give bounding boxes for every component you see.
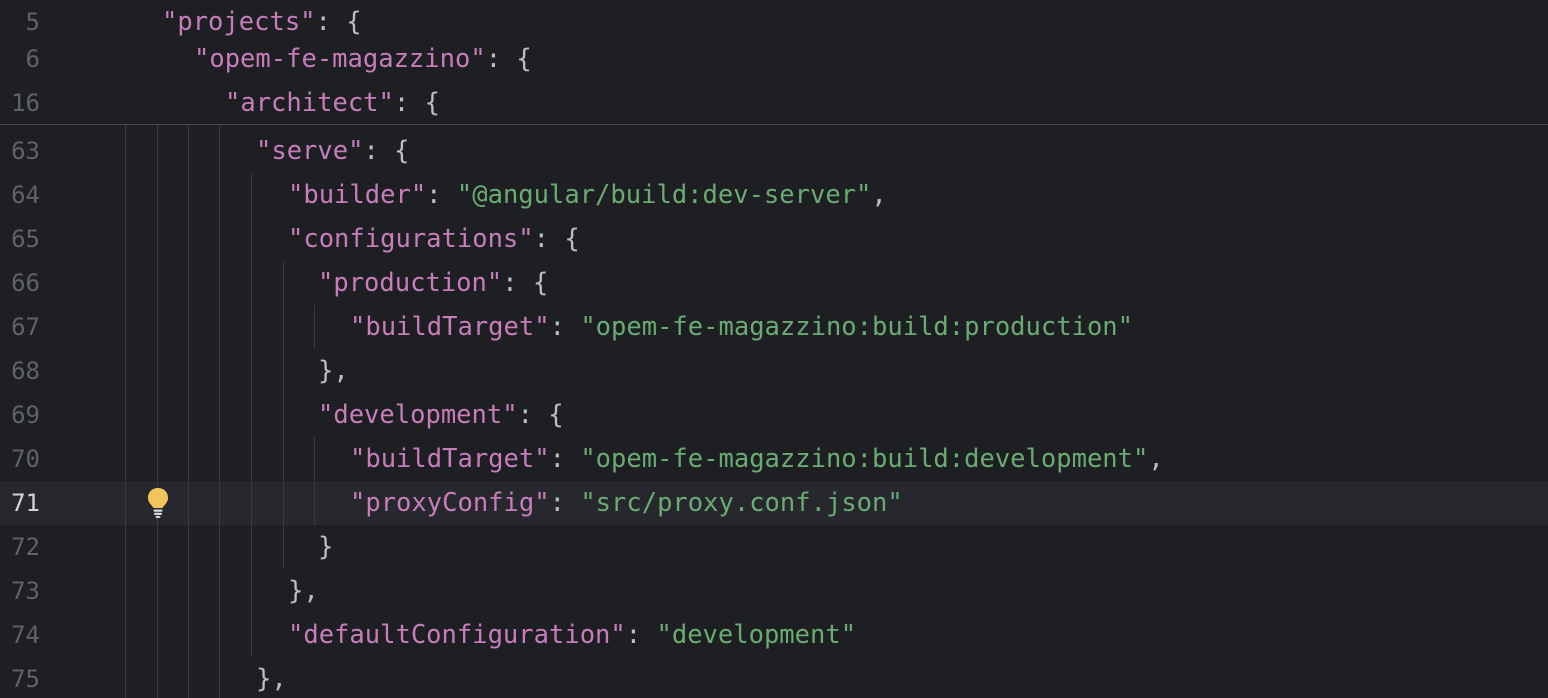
line-number: 63 <box>11 137 40 165</box>
code-line[interactable]: 71 "proxyConfig": "src/proxy.conf.json" <box>0 481 1548 525</box>
json-string: "@angular/build:dev-server" <box>456 180 872 210</box>
indent-guide <box>283 261 284 569</box>
code-line[interactable]: 64 "builder": "@angular/build:dev-server"… <box>0 173 1548 217</box>
code-line[interactable]: 16 "architect": { <box>0 81 1548 125</box>
punctuation: } <box>318 532 334 562</box>
code-text: "buildTarget": "opem-fe-magazzino:build:… <box>350 437 1164 481</box>
indent-guide <box>125 125 126 698</box>
punctuation: : { <box>315 7 362 37</box>
indent-guide <box>157 125 158 698</box>
json-string: "opem-fe-magazzino:build:development" <box>580 444 1149 474</box>
json-key: "production" <box>318 268 503 298</box>
code-text: "architect": { <box>225 81 440 125</box>
indent-guide <box>314 437 315 525</box>
code-line[interactable]: 73}, <box>0 569 1548 613</box>
punctuation: : { <box>517 400 564 430</box>
code-line[interactable]: 63 "serve": { <box>0 129 1548 173</box>
code-line[interactable]: 68}, <box>0 349 1548 393</box>
json-string: "development" <box>656 620 857 650</box>
code-text: "configurations": { <box>288 217 580 261</box>
punctuation: }, <box>256 664 287 694</box>
indent-guide <box>314 305 315 349</box>
line-number: 64 <box>11 181 40 209</box>
code-text: "defaultConfiguration": "development" <box>288 613 856 657</box>
punctuation: : { <box>533 224 580 254</box>
line-number: 75 <box>11 665 40 693</box>
code-line[interactable]: 75}, <box>0 657 1548 698</box>
punctuation: : <box>549 312 581 342</box>
line-number: 69 <box>11 401 40 429</box>
line-number: 70 <box>11 445 40 473</box>
line-number: 74 <box>11 621 40 649</box>
line-number: 68 <box>11 357 40 385</box>
line-number: 73 <box>11 577 40 605</box>
punctuation: , <box>1148 444 1164 474</box>
code-text: } <box>318 525 333 569</box>
json-key: "configurations" <box>288 224 534 254</box>
lightbulb-icon[interactable] <box>146 487 170 519</box>
json-key: "buildTarget" <box>350 312 550 342</box>
punctuation: : <box>549 444 581 474</box>
code-line[interactable]: 70 "buildTarget": "opem-fe-magazzino:buil… <box>0 437 1548 481</box>
code-text: "buildTarget": "opem-fe-magazzino:build:… <box>350 305 1133 349</box>
line-number: 72 <box>11 533 40 561</box>
code-line[interactable]: 66 "production": { <box>0 261 1548 305</box>
code-text: }, <box>256 657 287 698</box>
code-text: "proxyConfig": "src/proxy.conf.json" <box>350 481 903 525</box>
json-string: "src/proxy.conf.json" <box>580 488 903 518</box>
code-text: "development": { <box>318 393 564 437</box>
punctuation: }, <box>288 576 319 606</box>
code-line[interactable]: 74 "defaultConfiguration": "development" <box>0 613 1548 657</box>
code-line[interactable]: 65 "configurations": { <box>0 217 1548 261</box>
json-key: "defaultConfiguration" <box>288 620 626 650</box>
code-text: }, <box>318 349 349 393</box>
line-number: 65 <box>11 225 40 253</box>
json-key: "buildTarget" <box>350 444 550 474</box>
line-number: 71 <box>11 489 40 517</box>
line-number: 6 <box>25 45 40 73</box>
code-line[interactable]: 6 "opem-fe-magazzino": { <box>0 37 1548 81</box>
line-number: 67 <box>11 313 40 341</box>
code-line[interactable]: 69 "development": { <box>0 393 1548 437</box>
sticky-lines-separator <box>0 124 1548 125</box>
punctuation: , <box>871 180 887 210</box>
code-editor[interactable]: 5 "projects": {6 "opem-fe-magazzino": {16 "… <box>0 0 1548 698</box>
punctuation: : <box>625 620 657 650</box>
code-line[interactable]: 72} <box>0 525 1548 569</box>
punctuation: : <box>426 180 457 210</box>
code-text: "builder": "@angular/build:dev-server", <box>288 173 887 217</box>
punctuation: : { <box>502 268 549 298</box>
punctuation: }, <box>318 356 349 386</box>
indent-guide <box>219 125 220 698</box>
indent-guide <box>251 173 252 657</box>
line-number: 66 <box>11 269 40 297</box>
code-text: "opem-fe-magazzino": { <box>194 37 532 81</box>
json-key: "architect" <box>225 88 394 118</box>
json-key: "projects" <box>162 7 316 37</box>
punctuation: : { <box>363 136 410 166</box>
code-text: }, <box>288 569 319 613</box>
json-key: "development" <box>318 400 518 430</box>
json-string: "opem-fe-magazzino:build:production" <box>580 312 1133 342</box>
punctuation: : { <box>485 44 532 74</box>
json-key: "proxyConfig" <box>350 488 550 518</box>
code-line[interactable]: 67 "buildTarget": "opem-fe-magazzino:buil… <box>0 305 1548 349</box>
json-key: "serve" <box>256 136 364 166</box>
line-number: 16 <box>11 89 40 117</box>
json-key: "opem-fe-magazzino" <box>194 44 486 74</box>
code-text: "serve": { <box>256 129 410 173</box>
punctuation: : { <box>393 88 440 118</box>
code-text: "production": { <box>318 261 548 305</box>
json-key: "builder" <box>288 180 427 210</box>
indent-guide <box>188 125 189 698</box>
punctuation: : <box>549 488 581 518</box>
